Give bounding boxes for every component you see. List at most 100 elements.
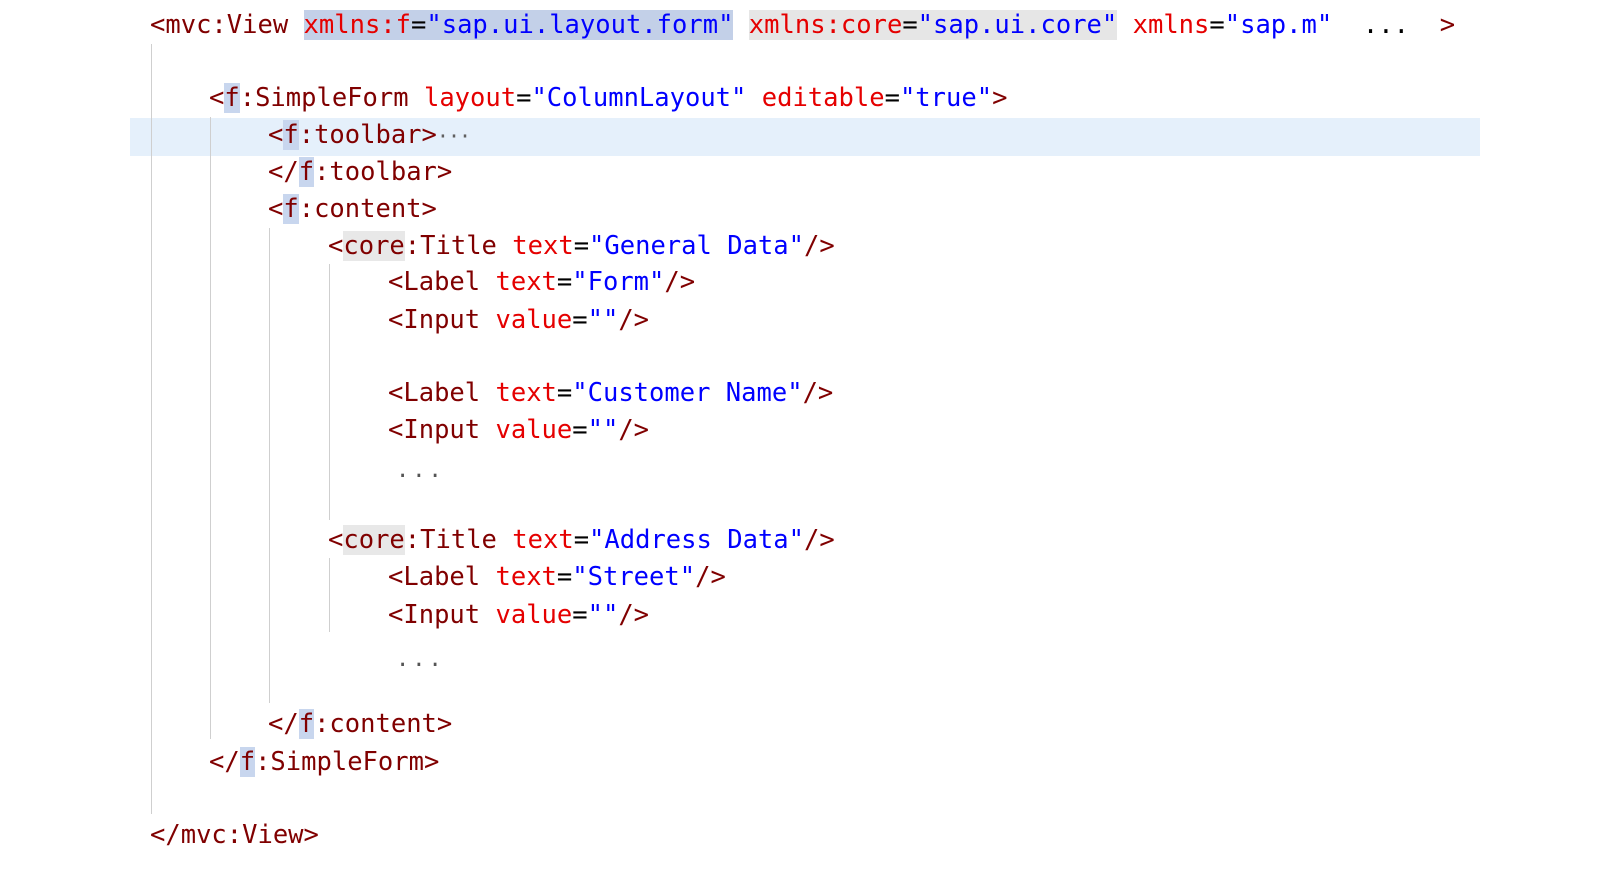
tag-name: Label xyxy=(403,562,481,592)
tag-name: :SimpleForm xyxy=(239,83,409,113)
collapsed-attributes-ellipsis[interactable]: ... xyxy=(1332,10,1439,40)
equals: = xyxy=(556,562,573,592)
bracket: < xyxy=(388,562,404,592)
code-line-8: <Label text="Form"/> xyxy=(388,264,695,300)
code-line-1: <mvc:View xmlns:f="sap.ui.layout.form" x… xyxy=(150,7,1455,43)
tag-name: :Title xyxy=(404,525,497,555)
attribute-name: text xyxy=(495,267,557,297)
bracket: </ xyxy=(268,157,299,187)
namespace-highlight: xmlns:core="sap.ui.core" xyxy=(748,10,1118,40)
indent-guide xyxy=(329,558,330,632)
bracket: /> xyxy=(695,562,726,592)
bracket: < xyxy=(209,83,225,113)
tag-name: mvc:View xyxy=(180,820,304,850)
code-editor[interactable]: <mvc:View xmlns:f="sap.ui.layout.form" x… xyxy=(0,0,1600,874)
bracket: > xyxy=(421,194,437,224)
attribute-value: "Street" xyxy=(572,562,696,592)
equals: = xyxy=(411,10,427,40)
attribute-value: "" xyxy=(587,415,619,445)
tag-name: :SimpleForm xyxy=(255,747,424,777)
equals: = xyxy=(556,378,573,408)
equals: = xyxy=(556,267,573,297)
bracket: > xyxy=(992,83,1008,113)
bracket: > xyxy=(436,709,453,739)
namespace-prefix: f xyxy=(298,157,315,187)
bracket: > xyxy=(423,747,440,777)
equals: = xyxy=(572,600,588,630)
code-line-6: <f:content> xyxy=(268,191,437,227)
code-line-5: </f:toolbar> xyxy=(268,154,452,190)
attribute-name: text xyxy=(495,378,557,408)
tag-name: mvc:View xyxy=(165,10,289,40)
tag-name: Input xyxy=(403,415,481,445)
attribute-name: value xyxy=(495,305,573,335)
equals: = xyxy=(902,10,918,40)
bracket: < xyxy=(388,415,404,445)
code-line-4: <f:toolbar>··· xyxy=(268,117,471,153)
bracket: > xyxy=(436,157,453,187)
namespace-prefix: core xyxy=(343,231,405,261)
bracket: </ xyxy=(268,709,299,739)
equals: = xyxy=(516,83,532,113)
bracket: < xyxy=(388,600,404,630)
equals: = xyxy=(573,231,590,261)
tag-name: Input xyxy=(403,305,481,335)
equals: = xyxy=(572,415,588,445)
bracket: /> xyxy=(618,600,650,630)
attribute-name: xmlns:core xyxy=(748,10,903,40)
bracket: > xyxy=(303,820,319,850)
attribute-value: "sap.ui.layout.form" xyxy=(426,10,734,40)
tag-name: Input xyxy=(403,600,481,630)
tag-name: :toolbar xyxy=(314,157,437,187)
tag-name: :content xyxy=(314,709,437,739)
equals: = xyxy=(572,305,588,335)
code-line-23: </mvc:View> xyxy=(150,817,319,853)
attribute-name: xmlns xyxy=(1132,10,1210,40)
tag-name: Label xyxy=(403,378,481,408)
attribute-name: text xyxy=(512,525,574,555)
bracket: /> xyxy=(802,378,834,408)
bracket: /> xyxy=(803,231,835,261)
indent-guide xyxy=(210,117,211,739)
attribute-value: "Form" xyxy=(572,267,665,297)
bracket: /> xyxy=(803,525,835,555)
code-line-20: </f:content> xyxy=(268,706,452,742)
tag-name: Label xyxy=(403,267,481,297)
code-line-15: <core:Title text="Address Data"/> xyxy=(328,522,835,558)
equals: = xyxy=(884,83,900,113)
attribute-value: "Customer Name" xyxy=(572,378,803,408)
tag-name: :toolbar xyxy=(298,120,422,150)
folded-region-ellipsis-icon[interactable]: ··· xyxy=(437,124,471,148)
code-line-7: <core:Title text="General Data"/> xyxy=(328,228,835,264)
attribute-value: "Address Data" xyxy=(589,525,804,555)
attribute-name: layout xyxy=(423,83,517,113)
equals: = xyxy=(1209,10,1225,40)
code-line-21: </f:SimpleForm> xyxy=(209,744,439,780)
bracket: /> xyxy=(664,267,696,297)
tag-name: :content xyxy=(298,194,422,224)
code-line-9: <Input value=""/> xyxy=(388,302,649,338)
namespace-highlight: xmlns:f="sap.ui.layout.form" xyxy=(303,10,734,40)
namespace-prefix: f xyxy=(298,709,315,739)
bracket: > xyxy=(1439,10,1456,40)
attribute-name: xmlns:f xyxy=(303,10,412,40)
code-ellipsis: ... xyxy=(396,458,445,483)
bracket: </ xyxy=(209,747,240,777)
code-line-12: <Input value=""/> xyxy=(388,412,649,448)
tag-name: :Title xyxy=(404,231,497,261)
attribute-value: "sap.ui.core" xyxy=(917,10,1118,40)
bracket: < xyxy=(388,378,404,408)
attribute-value: "sap.m" xyxy=(1224,10,1333,40)
bracket: > xyxy=(421,120,437,150)
attribute-name: value xyxy=(495,415,573,445)
